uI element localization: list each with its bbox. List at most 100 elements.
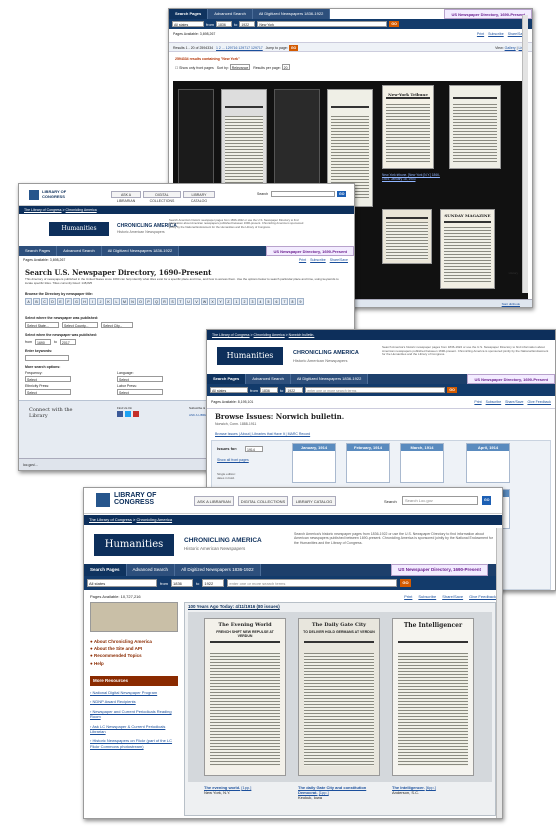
to-year-select[interactable]: 1922 — [285, 387, 304, 393]
breadcrumb-home[interactable]: The Library of Congress — [89, 517, 132, 522]
youtube-icon[interactable] — [133, 411, 139, 417]
alphabet-letter[interactable]: A — [25, 298, 32, 305]
state-select[interactable]: All states — [87, 579, 157, 587]
from-year-select[interactable]: 1836 — [216, 21, 232, 27]
result-caption[interactable]: New-York tribune. [New York [N.Y.] 1866-… — [382, 173, 442, 181]
print-link[interactable]: Print — [474, 400, 481, 404]
resource-link[interactable]: › Ask LC Newspaper & Current Periodicals… — [90, 724, 178, 735]
labor-select[interactable]: Select — [117, 389, 163, 395]
twitter-icon[interactable] — [125, 411, 131, 417]
start-dictbook-link[interactable]: Start dictbook — [502, 302, 520, 306]
sidebar-item-topics[interactable]: ● Recommended Topics — [90, 652, 178, 659]
tab-search-pages[interactable]: Search Pages — [169, 9, 209, 19]
per-page-select[interactable]: 20 — [281, 64, 290, 70]
search-terms-input[interactable]: enter one or more search terms — [305, 387, 446, 393]
resource-link[interactable]: › Historic Newspapers on Flickr (part of… — [90, 738, 178, 749]
alphabet-letter[interactable]: 5 — [265, 298, 272, 305]
share-link[interactable]: Share/Save — [442, 594, 463, 599]
alphabet-letter[interactable]: Y — [217, 298, 224, 305]
county-select[interactable]: Select County... — [62, 322, 98, 328]
neh-logo[interactable]: Humanities — [217, 347, 283, 365]
month-day-grid[interactable] — [295, 453, 333, 480]
month-day-grid[interactable] — [349, 453, 387, 480]
alphabet-letter[interactable]: Z — [225, 298, 232, 305]
paper-title-link[interactable]: The daily Gate City and constitution Dem… — [298, 785, 366, 795]
alphabet-letter[interactable]: W — [201, 298, 208, 305]
neh-logo[interactable]: Humanities — [49, 222, 109, 236]
alphabet-letter[interactable]: L — [113, 298, 120, 305]
alphabet-letter[interactable]: U — [185, 298, 192, 305]
alphabet-letter[interactable]: 1 — [233, 298, 240, 305]
tab-all-digitized[interactable]: All Digitized Newspapers 1836-1922 — [175, 564, 261, 576]
tab-directory[interactable]: US Newspaper Directory, 1690-Present — [391, 564, 488, 576]
loc-logo-text[interactable]: LIBRARY OF CONGRESS — [114, 492, 156, 506]
alphabet-letter[interactable]: 4 — [257, 298, 264, 305]
alphabet-letter[interactable]: G — [73, 298, 80, 305]
results-scrollbar[interactable] — [522, 15, 528, 293]
library-catalog-button[interactable]: LIBRARY CATALOG — [183, 191, 215, 203]
tab-search-pages[interactable]: Search Pages — [19, 246, 58, 256]
sunday-thumb[interactable]: SUNDAY MAGAZINE — [440, 209, 495, 289]
alphabet-letter[interactable]: C — [41, 298, 48, 305]
issues-subnav[interactable]: Browse Issues | About | Libraries that H… — [215, 432, 310, 436]
city-select[interactable]: Select City... — [101, 322, 133, 328]
alphabet-letter[interactable]: E — [57, 298, 64, 305]
tab-advanced-search[interactable]: Advanced Search — [208, 9, 253, 19]
library-catalog-button[interactable]: LIBRARY CATALOG — [292, 496, 336, 506]
breadcrumb-ca[interactable]: Chronicling America — [254, 333, 285, 337]
loc-search-go[interactable]: GO — [337, 191, 347, 197]
share-link[interactable]: Share/Save — [330, 258, 348, 262]
years-ago-heading[interactable]: 100 Years Ago Today: 4/11/1916 (80 issue… — [188, 604, 280, 609]
breadcrumb-home[interactable]: The Library of Congress — [212, 333, 250, 337]
alphabet-letter[interactable]: S — [169, 298, 176, 305]
tab-advanced-search[interactable]: Advanced Search — [126, 564, 176, 576]
alphabet-letter[interactable]: Q — [153, 298, 160, 305]
alphabet-letter[interactable]: 6 — [273, 298, 280, 305]
tribune-thumb[interactable]: New-York Tribune — [382, 85, 434, 169]
resource-link[interactable]: › Newspaper and Current Periodicals Read… — [90, 709, 178, 720]
alphabet-letter[interactable]: M — [121, 298, 128, 305]
jump-go-button[interactable]: GO — [288, 45, 299, 51]
alphabet-letter[interactable]: F — [65, 298, 72, 305]
sidebar-item-about-ca[interactable]: ● About Chronicling America — [90, 638, 178, 645]
ca-title[interactable]: CHRONICLING AMERICA — [184, 537, 262, 544]
alphabet-letter[interactable]: I — [89, 298, 96, 305]
digital-collections-button[interactable]: DIGITAL COLLECTIONS — [238, 496, 288, 506]
loc-logo-text[interactable]: LIBRARY OF CONGRESS — [42, 189, 66, 199]
ask-librarian-button[interactable]: ASK A LIBRARIAN — [111, 191, 141, 203]
from-year-select[interactable]: 1836 — [260, 387, 278, 393]
page-links[interactable]: 1 2 ... 129716 129717 129717 — [216, 46, 263, 50]
alphabet-letter[interactable]: T — [177, 298, 184, 305]
tab-advanced-search[interactable]: Advanced Search — [57, 246, 102, 256]
tab-search-pages[interactable]: Search Pages — [84, 564, 127, 576]
tab-directory[interactable]: US Newspaper Directory, 1690-Present — [467, 374, 555, 384]
year-to-select[interactable]: 2017 — [59, 339, 76, 345]
digital-collections-button[interactable]: DIGITAL COLLECTIONS — [143, 191, 181, 203]
front-page-evening-world[interactable]: The Evening World FRENCH SHIFT NEW REPUL… — [204, 618, 286, 776]
alphabet-letter[interactable]: N — [129, 298, 136, 305]
from-year-select[interactable]: 1836 — [171, 579, 193, 587]
sidebar-item-about-api[interactable]: ● About the Site and API — [90, 645, 178, 652]
front-page-gate-city[interactable]: The Daily Gate City TO DELIVER HOLD GERM… — [298, 618, 380, 776]
alphabet-letter[interactable]: 7 — [281, 298, 288, 305]
alphabet-letter[interactable]: 3 — [249, 298, 256, 305]
keywords-input[interactable] — [25, 355, 69, 361]
alphabet-letter[interactable]: H — [81, 298, 88, 305]
tab-directory[interactable]: US Newspaper Directory, 1690-Present — [266, 246, 354, 256]
alphabet-letter[interactable]: 8 — [289, 298, 296, 305]
tab-all-digitized[interactable]: All Digitized Newspapers 1836-1922 — [290, 374, 369, 384]
state-select[interactable]: Select State... — [25, 322, 59, 328]
breadcrumb-title[interactable]: Norwich bulletin. — [289, 333, 315, 337]
month-day-grid[interactable] — [403, 453, 441, 480]
history-label[interactable]: History — [509, 271, 518, 275]
year-from-select[interactable]: 1690 — [35, 339, 51, 345]
alphabet-letter[interactable]: K — [105, 298, 112, 305]
month-day-grid[interactable] — [469, 453, 507, 480]
paper-pages-link[interactable]: [6pp.] — [426, 785, 436, 790]
loc-search-input[interactable] — [271, 191, 335, 197]
print-link[interactable]: Print — [477, 32, 484, 36]
tab-advanced-search[interactable]: Advanced Search — [246, 374, 291, 384]
front-page-intelligencer[interactable]: The Intelligencer — [392, 618, 474, 776]
sort-select[interactable]: Relevance — [229, 64, 251, 70]
gallery-view-link[interactable]: Gallery — [505, 46, 516, 50]
